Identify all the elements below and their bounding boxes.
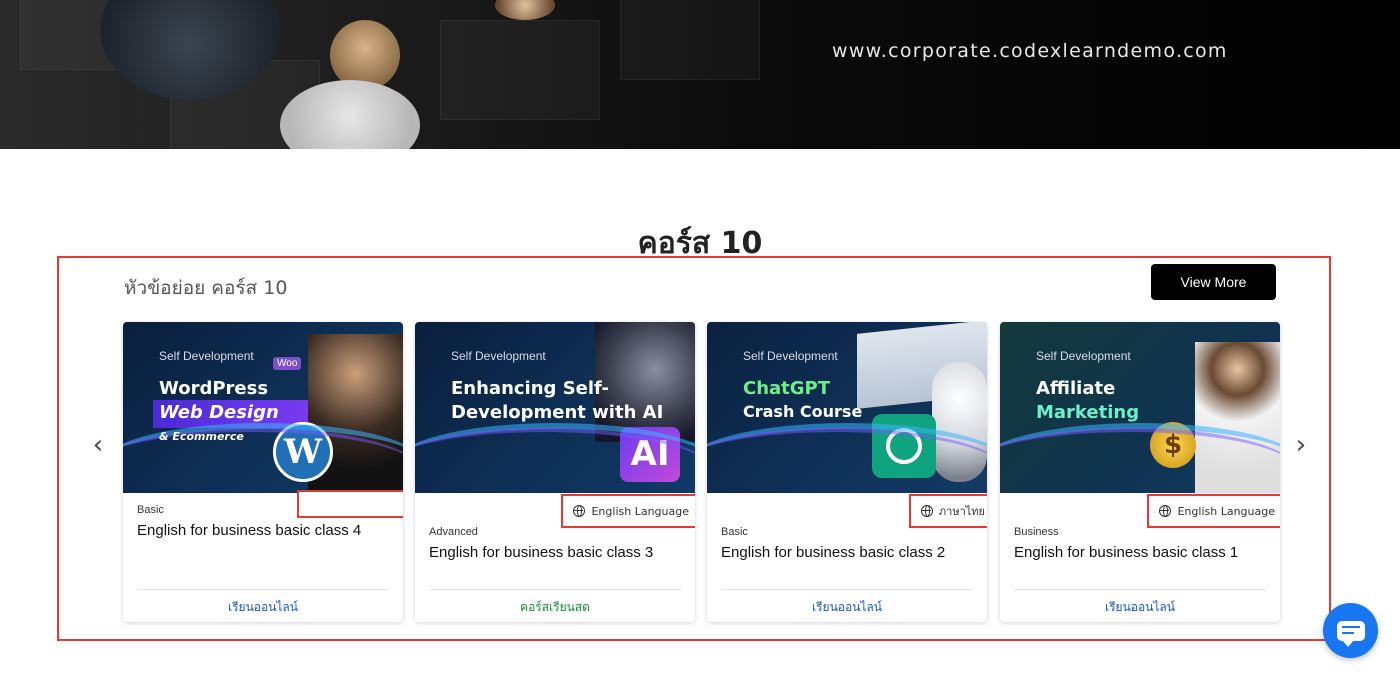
language-badge: English Language	[1147, 494, 1280, 528]
thumb-title-line3: & Ecommerce	[159, 430, 244, 443]
thumb-title-line2: Crash Course	[743, 402, 863, 421]
language-badge: ภาษาไทย	[908, 494, 987, 528]
thumb-category: Self Development	[743, 349, 838, 363]
woo-tag: Woo	[273, 357, 302, 370]
robot-illustration	[595, 322, 695, 442]
thumb-title-line1: ChatGPT	[743, 378, 831, 399]
language-label: English Language	[591, 504, 689, 518]
wave-decoration	[415, 428, 695, 493]
course-card[interactable]: W Woo Self Development WordPress Web Des…	[123, 322, 403, 622]
course-mode-link[interactable]: เรียนออนไลน์	[1000, 598, 1280, 617]
language-badge: English Language	[561, 494, 695, 528]
language-label: ภาษาไทย	[938, 505, 985, 518]
card-divider	[429, 589, 681, 590]
language-label: English Language	[1177, 504, 1275, 518]
card-divider	[1014, 589, 1266, 590]
card-divider	[137, 589, 389, 590]
course-mode-link[interactable]: เรียนออนไลน์	[707, 598, 987, 617]
course-thumbnail[interactable]: Self Development ChatGPT Crash Course	[707, 322, 987, 493]
thumb-title-line2: Marketing	[1036, 402, 1140, 423]
thumb-title-line1: WordPress	[159, 378, 269, 399]
chat-button[interactable]	[1323, 603, 1378, 658]
globe-icon	[920, 505, 933, 517]
course-title[interactable]: English for business basic class 3	[429, 544, 653, 561]
floor-tile	[440, 20, 600, 120]
course-level: Basic	[721, 526, 748, 538]
thumb-category: Self Development	[159, 349, 254, 363]
course-title[interactable]: English for business basic class 2	[721, 544, 945, 561]
floor-tile	[620, 0, 760, 80]
course-thumbnail[interactable]: W Woo Self Development WordPress Web Des…	[123, 322, 403, 493]
thumb-category: Self Development	[451, 349, 546, 363]
card-divider	[721, 589, 973, 590]
view-more-button[interactable]: View More	[1151, 264, 1276, 300]
course-title[interactable]: English for business basic class 1	[1014, 544, 1238, 561]
course-level: Basic	[137, 504, 164, 516]
wave-decoration	[1000, 428, 1280, 493]
section-subtitle: หัวข้อย่อย คอร์ส 10	[124, 277, 288, 299]
course-card[interactable]: $ Self Development Affiliate Marketing E…	[1000, 322, 1280, 622]
globe-icon	[573, 505, 586, 517]
wave-decoration	[707, 428, 987, 493]
course-card[interactable]: AI Self Development Enhancing Self- Deve…	[415, 322, 695, 622]
course-title[interactable]: English for business basic class 4	[137, 522, 361, 539]
hero-banner: www.corporate.codexlearndemo.com	[0, 0, 1400, 149]
thumb-title-line1: Affiliate	[1036, 378, 1116, 399]
globe-icon	[1159, 505, 1172, 517]
course-mode-link[interactable]: คอร์สเรียนสด	[415, 598, 695, 617]
course-thumbnail[interactable]: AI Self Development Enhancing Self- Deve…	[415, 322, 695, 493]
thumb-category: Self Development	[1036, 349, 1131, 363]
thumb-title-line2: Web Design	[159, 402, 279, 423]
course-level: Advanced	[429, 526, 478, 538]
course-card[interactable]: Self Development ChatGPT Crash Course ภา…	[707, 322, 987, 622]
chevron-right-icon[interactable]: ›	[1289, 432, 1313, 458]
course-thumbnail[interactable]: $ Self Development Affiliate Marketing	[1000, 322, 1280, 493]
course-level: Business	[1014, 526, 1059, 538]
course-mode-link[interactable]: เรียนออนไลน์	[123, 598, 403, 617]
language-badge	[297, 490, 403, 518]
chat-icon	[1336, 620, 1365, 647]
hero-figure	[495, 0, 555, 20]
thumb-title-line1: Enhancing Self-	[451, 378, 610, 399]
hero-url-text: www.corporate.codexlearndemo.com	[832, 40, 1228, 62]
chevron-left-icon[interactable]: ‹	[86, 432, 110, 458]
thumb-title-line2: Development with AI	[451, 402, 664, 423]
